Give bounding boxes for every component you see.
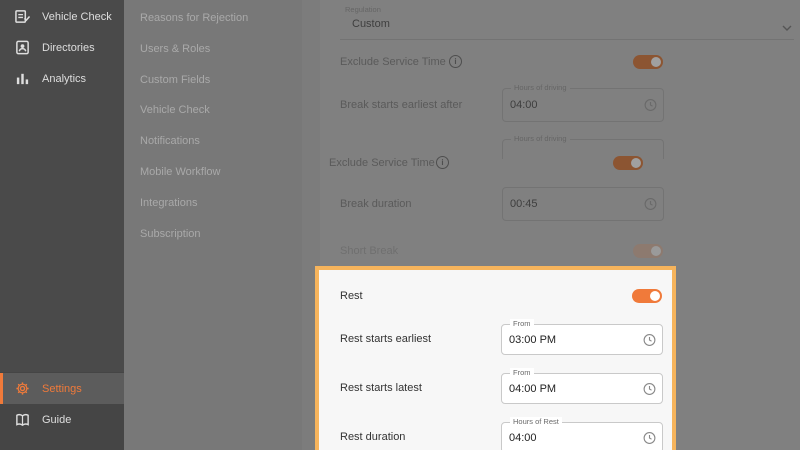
nav-item-analytics[interactable]: Analytics (0, 63, 124, 94)
clock-icon[interactable] (643, 382, 656, 395)
clock-icon[interactable] (643, 431, 656, 444)
exclude-service-time-toggle[interactable] (613, 156, 643, 170)
submenu-item-mobile-workflow[interactable]: Mobile Workflow (140, 166, 221, 178)
break-duration-label: Break duration (340, 198, 412, 210)
clock-icon[interactable] (643, 333, 656, 346)
nav-item-label: Directories (42, 41, 95, 54)
break-starts-label: Break starts earliest after (340, 99, 463, 111)
info-icon[interactable]: i (436, 156, 449, 169)
break-duration-value: 00:45 (510, 198, 538, 210)
nav-item-label: Vehicle Check (42, 10, 112, 23)
regulation-select-label: Regulation (342, 5, 384, 14)
toggle-knob (631, 158, 641, 168)
submenu-item-integrations[interactable]: Integrations (140, 197, 197, 209)
nav-item-vehicle-check[interactable]: Vehicle Check (0, 1, 124, 32)
rest-duration-field-label: Hours of Rest (510, 417, 562, 426)
break-starts-field[interactable]: Hours of driving 04:00 (502, 83, 664, 122)
submenu-item-vehicle-check[interactable]: Vehicle Check (140, 104, 210, 116)
rest-starts-earliest-field-label: From (510, 319, 534, 328)
rest-section: Rest Rest starts earliest From 03:00 PM … (315, 266, 676, 450)
short-break-label: Short Break (340, 245, 399, 257)
rest-starts-earliest-field[interactable]: From 03:00 PM (501, 319, 663, 355)
regulation-select[interactable]: Regulation Custom (340, 5, 794, 40)
rest-toggle[interactable] (632, 289, 662, 303)
rest-starts-latest-value: 04:00 PM (509, 382, 557, 395)
toggle-knob (651, 57, 661, 67)
info-icon[interactable]: i (449, 55, 462, 68)
directories-icon (14, 40, 30, 56)
break-duration-field[interactable]: 00:45 (502, 187, 664, 221)
exclude-service-time-label: Exclude Service Time (340, 56, 446, 68)
rest-starts-latest-label: Rest starts latest (340, 382, 422, 394)
book-icon (14, 412, 30, 428)
nav-item-label: Settings (42, 382, 82, 395)
regulation-select-value: Custom (352, 17, 390, 30)
nav-item-label: Guide (42, 413, 72, 426)
submenu-item-custom-fields[interactable]: Custom Fields (140, 74, 210, 86)
short-break-toggle[interactable] (633, 244, 663, 258)
main-sidebar: Vehicle Check Directories Analytics Sett… (0, 0, 124, 450)
break-starts-value: 04:00 (510, 99, 538, 111)
submenu-item-users-roles[interactable]: Users & Roles (140, 43, 210, 55)
rest-starts-earliest-value: 03:00 PM (509, 333, 557, 346)
nav-item-directories[interactable]: Directories (0, 32, 124, 63)
clock-icon (644, 99, 657, 112)
nav-item-settings[interactable]: Settings (0, 373, 124, 404)
rest-label: Rest (340, 290, 363, 302)
toggle-knob (650, 291, 660, 301)
rest-starts-earliest-label: Rest starts earliest (340, 333, 432, 345)
gear-icon (14, 381, 30, 397)
hours-of-driving-label: Hours of driving (511, 134, 570, 143)
chevron-down-icon (782, 19, 792, 37)
nav-item-label: Analytics (42, 72, 87, 85)
analytics-icon (14, 71, 30, 87)
submenu-item-notifications[interactable]: Notifications (140, 135, 200, 147)
settings-submenu: Reasons for Rejection Users & Roles Cust… (124, 0, 302, 450)
hours-of-driving-group: Hours of driving (502, 134, 664, 159)
nav-item-guide[interactable]: Guide (0, 404, 124, 435)
toggle-knob (651, 246, 661, 256)
exclude-service-time-toggle[interactable] (633, 55, 663, 69)
rest-starts-latest-field[interactable]: From 04:00 PM (501, 368, 663, 404)
exclude-service-time-label: Exclude Service Time (329, 157, 435, 169)
clock-icon (644, 198, 657, 211)
submenu-item-subscription[interactable]: Subscription (140, 228, 201, 240)
rest-duration-value: 04:00 (509, 431, 537, 444)
vehicle-check-icon (14, 9, 30, 25)
rest-duration-field[interactable]: Hours of Rest 04:00 (501, 417, 663, 450)
submenu-item-reasons-for-rejection[interactable]: Reasons for Rejection (140, 12, 248, 24)
rest-duration-label: Rest duration (340, 431, 406, 443)
break-starts-field-label: Hours of driving (511, 83, 570, 92)
rest-starts-latest-field-label: From (510, 368, 534, 377)
